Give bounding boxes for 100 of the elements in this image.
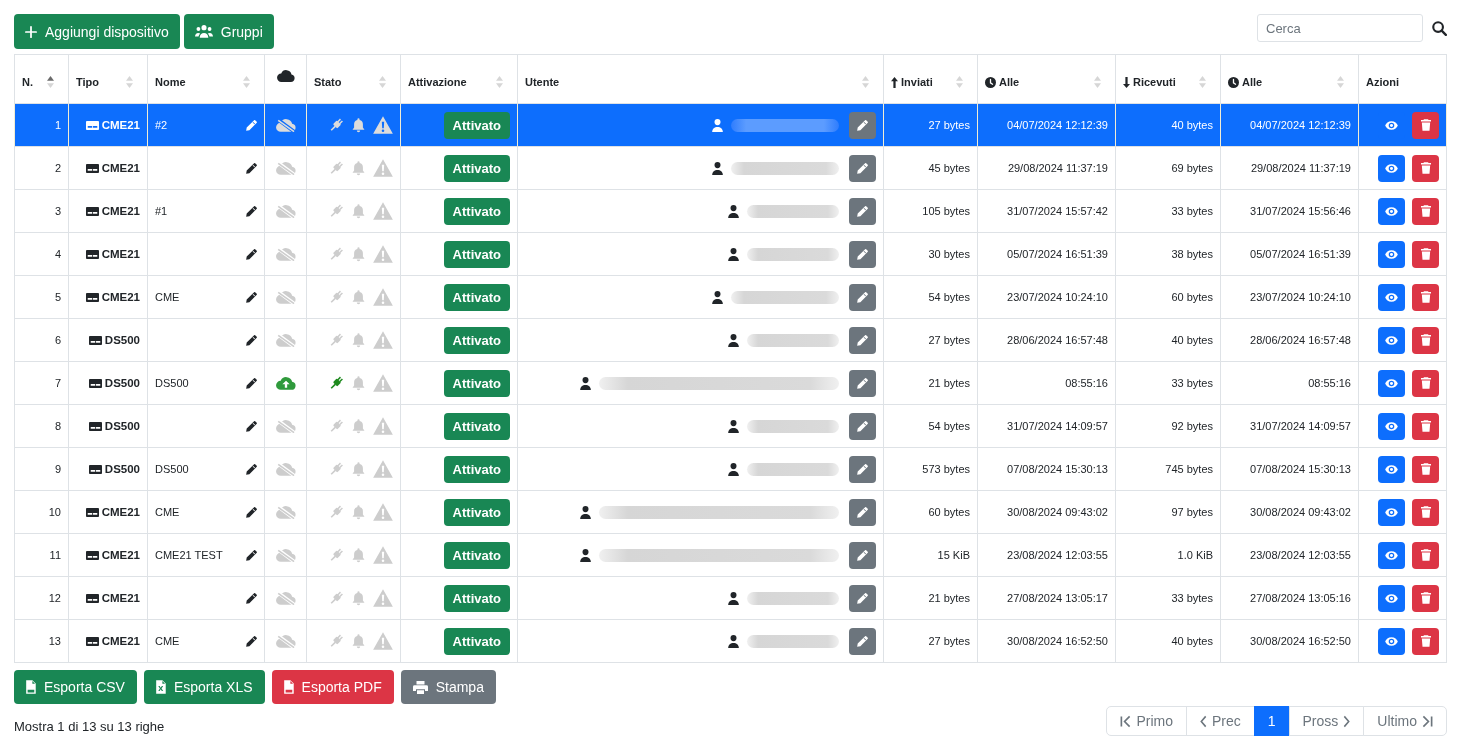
activation-button[interactable]: Attivato (443, 369, 510, 397)
add-button[interactable]: Aggiungi dispositivo (14, 14, 180, 49)
pencil-icon[interactable] (246, 377, 257, 389)
column-header[interactable]: Azioni (1366, 76, 1399, 88)
activation-button[interactable]: Attivato (443, 283, 510, 311)
activation-button[interactable]: Attivato (443, 412, 510, 440)
delete-button[interactable] (1412, 584, 1439, 612)
export-button[interactable]: Esporta CSV (14, 670, 137, 704)
export-button[interactable]: Esporta PDF (271, 670, 394, 704)
edit-button[interactable] (849, 240, 876, 268)
card-icon (85, 636, 99, 646)
page-button[interactable]: 1 (1253, 706, 1290, 736)
edit-button[interactable] (849, 455, 876, 483)
edit-button[interactable] (849, 326, 876, 354)
delete-button[interactable] (1412, 541, 1439, 569)
search-field[interactable]: Cerca (1257, 14, 1423, 42)
column-header[interactable]: Tipo (76, 76, 99, 88)
table-row[interactable]: 13 CME21 CME Attivato 27 bytes 30/08/2024 16:52:50 40 bytes 30/08/2024 16:52:50 (14, 619, 1447, 663)
activation-button[interactable]: Attivato (443, 326, 510, 354)
activation-button[interactable]: Attivato (443, 240, 510, 268)
pencil-icon[interactable] (246, 420, 257, 432)
view-button[interactable] (1378, 154, 1405, 182)
delete-button[interactable] (1412, 369, 1439, 397)
column-header[interactable]: Ricevuti (1133, 76, 1176, 88)
view-button[interactable] (1378, 455, 1405, 483)
table-row[interactable]: 8 DS500 Attivato 54 bytes 31/07/2024 14:09:57 92 bytes 31/07/2024 14:09:57 (14, 404, 1447, 448)
view-button[interactable] (1378, 412, 1405, 440)
delete-button[interactable] (1412, 412, 1439, 440)
pencil-icon[interactable] (246, 248, 257, 260)
edit-button[interactable] (849, 154, 876, 182)
search-icon[interactable] (1432, 20, 1447, 36)
view-button[interactable] (1378, 326, 1405, 354)
table-row[interactable]: 1 CME21 #2 Attivato 27 bytes 04/07/2024 12:12:39 40 bytes 04/07/2024 12:12:39 (14, 103, 1447, 147)
pencil-icon[interactable] (246, 635, 257, 647)
table-row[interactable]: 2 CME21 Attivato 45 bytes 29/08/2024 11:37:19 69 bytes 29/08/2024 11:37:19 (14, 146, 1447, 190)
edit-button[interactable] (849, 584, 876, 612)
delete-button[interactable] (1412, 154, 1439, 182)
table-row[interactable]: 5 CME21 CME Attivato 54 bytes 23/07/2024 10:24:10 60 bytes 23/07/2024 10:24:10 (14, 275, 1447, 319)
edit-button[interactable] (849, 197, 876, 225)
sort-icon[interactable] (47, 76, 54, 88)
column-header[interactable]: Inviati (901, 76, 933, 88)
groups-button[interactable]: Gruppi (183, 14, 274, 49)
delete-button[interactable] (1412, 240, 1439, 268)
pencil-icon[interactable] (246, 291, 257, 303)
column-header[interactable]: Alle (999, 76, 1020, 88)
activation-button[interactable]: Attivato (443, 197, 510, 225)
view-button[interactable] (1378, 627, 1405, 655)
delete-button[interactable] (1412, 326, 1439, 354)
column-header[interactable]: Alle (1242, 76, 1263, 88)
delete-button[interactable] (1412, 197, 1439, 225)
activation-button[interactable]: Attivato (443, 584, 510, 612)
table-row[interactable]: 9 DS500 DS500 Attivato 573 bytes 07/08/2024 15:30:13 745 bytes 07/08/2024 15:30:13 (14, 447, 1447, 491)
delete-button[interactable] (1412, 455, 1439, 483)
pencil-icon[interactable] (246, 162, 257, 174)
table-row[interactable]: 4 CME21 Attivato 30 bytes 05/07/2024 16:51:39 38 bytes 05/07/2024 16:51:39 (14, 232, 1447, 276)
column-header[interactable]: N. (22, 76, 33, 88)
column-header[interactable]: Utente (525, 76, 560, 88)
export-button[interactable]: Esporta XLS (143, 670, 265, 704)
edit-button[interactable] (849, 412, 876, 440)
print-button[interactable]: Stampa (400, 670, 496, 704)
column-header[interactable]: Nome (155, 76, 186, 88)
view-button[interactable] (1378, 498, 1405, 526)
activation-button[interactable]: Attivato (443, 111, 510, 139)
edit-button[interactable] (849, 369, 876, 397)
view-button[interactable] (1378, 240, 1405, 268)
activation-button[interactable]: Attivato (443, 154, 510, 182)
delete-button[interactable] (1412, 627, 1439, 655)
activation-button[interactable]: Attivato (443, 541, 510, 569)
pencil-icon[interactable] (246, 592, 257, 604)
column-header[interactable]: Stato (314, 76, 342, 88)
activation-button[interactable]: Attivato (443, 627, 510, 655)
pencil-icon[interactable] (246, 334, 257, 346)
view-button[interactable] (1378, 584, 1405, 612)
pencil-icon[interactable] (246, 463, 257, 475)
pencil-icon (857, 463, 868, 475)
view-button[interactable] (1378, 197, 1405, 225)
delete-button[interactable] (1412, 283, 1439, 311)
view-button[interactable] (1378, 541, 1405, 569)
column-header[interactable]: Attivazione (408, 76, 467, 88)
table-row[interactable]: 11 CME21 CME21 TEST Attivato 15 KiB 23/08/2024 12:03:55 1.0 KiB 23/08/2024 12:03:55 (14, 533, 1447, 577)
table-row[interactable]: 12 CME21 Attivato 21 bytes 27/08/2024 13:05:17 33 bytes 27/08/2024 13:05:16 (14, 576, 1447, 620)
activation-button[interactable]: Attivato (443, 498, 510, 526)
edit-button[interactable] (849, 283, 876, 311)
edit-button[interactable] (849, 498, 876, 526)
view-button[interactable] (1378, 283, 1405, 311)
edit-button[interactable] (849, 627, 876, 655)
delete-button[interactable] (1412, 111, 1439, 139)
pencil-icon[interactable] (246, 205, 257, 217)
printer-icon (412, 680, 428, 694)
table-row[interactable]: 7 DS500 DS500 Attivato 21 bytes 08:55:16 33 bytes 08:55:16 (14, 361, 1447, 405)
pencil-icon[interactable] (246, 549, 257, 561)
table-row[interactable]: 6 DS500 Attivato 27 bytes 28/06/2024 16:57:48 40 bytes 28/06/2024 16:57:48 (14, 318, 1447, 362)
table-row[interactable]: 3 CME21 #1 Attivato 105 bytes 31/07/2024 15:57:42 33 bytes 31/07/2024 15:56:46 (14, 189, 1447, 233)
edit-button[interactable] (849, 111, 876, 139)
view-button[interactable] (1378, 369, 1405, 397)
delete-button[interactable] (1412, 498, 1439, 526)
table-row[interactable]: 10 CME21 CME Attivato 60 bytes 30/08/2024 09:43:02 97 bytes 30/08/2024 09:43:02 (14, 490, 1447, 534)
pencil-icon[interactable] (246, 506, 257, 518)
activation-button[interactable]: Attivato (443, 455, 510, 483)
edit-button[interactable] (849, 541, 876, 569)
